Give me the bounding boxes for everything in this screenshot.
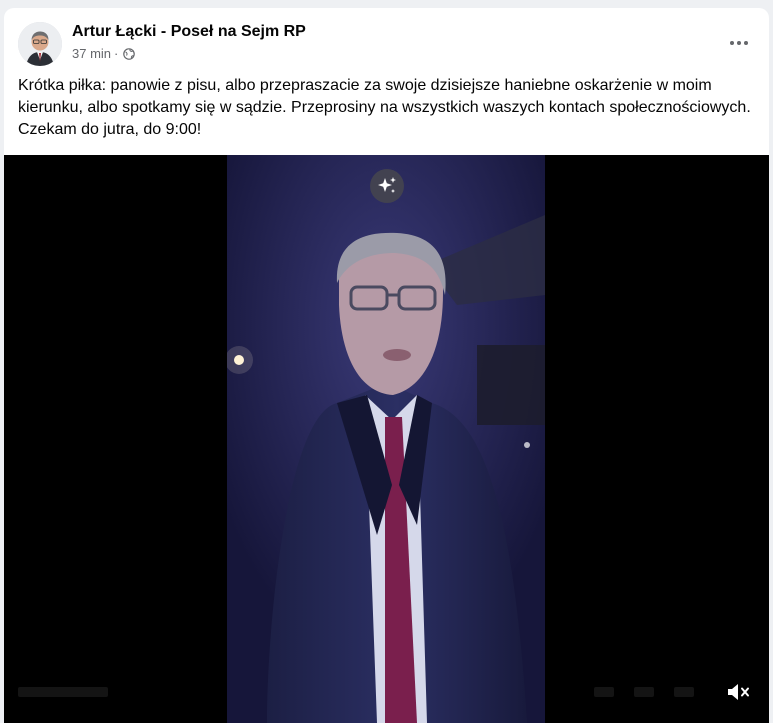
author-avatar[interactable] bbox=[18, 22, 62, 66]
settings-icon-faded bbox=[594, 687, 614, 697]
sparkle-icon[interactable] bbox=[370, 169, 404, 203]
playback-time-faded bbox=[18, 687, 108, 697]
post-time[interactable]: 37 min bbox=[72, 46, 111, 61]
pip-icon-faded bbox=[674, 687, 694, 697]
globe-icon[interactable] bbox=[123, 47, 136, 60]
post-meta: 37 min · bbox=[72, 46, 136, 61]
video-player[interactable] bbox=[4, 155, 769, 723]
post-card: Artur Łącki - Poseł na Sejm RP 37 min · … bbox=[4, 8, 769, 723]
author-name[interactable]: Artur Łącki - Poseł na Sejm RP bbox=[72, 23, 306, 41]
more-options-icon[interactable] bbox=[723, 32, 755, 54]
fullscreen-icon-faded bbox=[634, 687, 654, 697]
meta-separator: · bbox=[114, 46, 119, 61]
more-dot bbox=[744, 41, 748, 45]
avatar-photo bbox=[18, 22, 62, 66]
video-scene bbox=[227, 155, 545, 723]
speaker-muted-icon[interactable] bbox=[724, 677, 754, 707]
post-text: Krótka piłka: panowie z pisu, albo przep… bbox=[18, 77, 751, 138]
more-dot bbox=[737, 41, 741, 45]
video-frame bbox=[227, 155, 545, 723]
more-dot bbox=[730, 41, 734, 45]
post-header: Artur Łącki - Poseł na Sejm RP 37 min · bbox=[18, 20, 755, 68]
